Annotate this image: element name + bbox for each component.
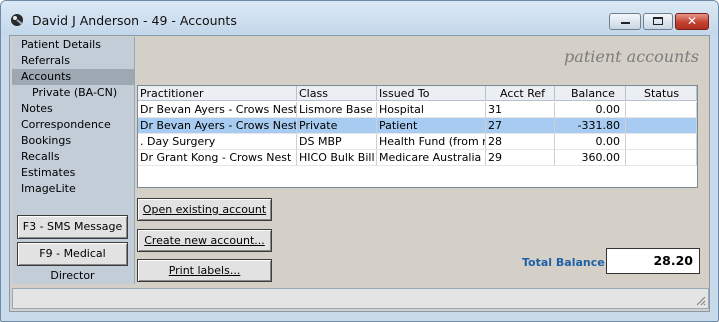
sidebar-item-referrals[interactable]: Referrals bbox=[12, 53, 134, 69]
minimize-button[interactable] bbox=[609, 13, 641, 30]
table-row-selected[interactable]: Dr Bevan Ayers - Crows Nest Private Pati… bbox=[138, 118, 697, 134]
cell-practitioner: Dr Grant Kong - Crows Nest bbox=[138, 150, 297, 166]
cell-practitioner: . Day Surgery bbox=[138, 134, 297, 150]
sidebar-item-accounts[interactable]: Accounts bbox=[12, 69, 134, 85]
column-header-issued-to[interactable]: Issued To bbox=[377, 86, 486, 101]
cell-acct-ref: 27 bbox=[486, 118, 555, 134]
sidebar-item-patient-details[interactable]: Patient Details bbox=[12, 37, 134, 53]
cell-class: DS MBP bbox=[297, 134, 377, 150]
sidebar-item-imagelite[interactable]: ImageLite bbox=[12, 181, 134, 197]
print-labels-label: Print labels... bbox=[168, 264, 241, 277]
window-title: David J Anderson - 49 - Accounts bbox=[32, 13, 237, 28]
sidebar-item-bookings[interactable]: Bookings bbox=[12, 133, 134, 149]
app-icon bbox=[11, 14, 23, 26]
sidebar-item-private-ba-cn[interactable]: Private (BA-CN) bbox=[12, 85, 134, 101]
status-bar bbox=[12, 288, 709, 309]
resize-grip-icon[interactable] bbox=[694, 294, 706, 306]
sidebar-item-correspondence[interactable]: Correspondence bbox=[12, 117, 134, 133]
close-button[interactable]: ✕ bbox=[675, 13, 709, 30]
sidebar-item-estimates[interactable]: Estimates bbox=[12, 165, 134, 181]
cell-class: Private bbox=[297, 118, 377, 134]
page-title: patient accounts bbox=[564, 47, 699, 66]
title-bar[interactable]: David J Anderson - 49 - Accounts ✕ bbox=[1, 1, 718, 35]
maximize-button[interactable] bbox=[643, 13, 673, 30]
table-header: Practitioner Class Issued To Acct Ref Ba… bbox=[138, 86, 697, 102]
client-area: Patient Details Referrals Accounts Priva… bbox=[9, 35, 710, 312]
column-header-balance[interactable]: Balance bbox=[555, 86, 626, 101]
sidebar-item-notes[interactable]: Notes bbox=[12, 101, 134, 117]
cell-acct-ref: 31 bbox=[486, 102, 555, 118]
cell-issued-to: Hospital bbox=[377, 102, 486, 118]
cell-balance: -331.80 bbox=[555, 118, 626, 134]
cell-class: HICO Bulk Bill bbox=[297, 150, 377, 166]
create-new-account-button[interactable]: Create new account... bbox=[137, 229, 272, 252]
maximize-icon bbox=[653, 17, 663, 25]
accounts-table: Practitioner Class Issued To Acct Ref Ba… bbox=[137, 85, 698, 188]
cell-acct-ref: 29 bbox=[486, 150, 555, 166]
cell-status bbox=[626, 134, 697, 150]
table-row[interactable]: Dr Grant Kong - Crows Nest HICO Bulk Bil… bbox=[138, 150, 697, 166]
cell-balance: 0.00 bbox=[555, 134, 626, 150]
total-balance-value: 28.20 bbox=[606, 248, 700, 274]
cell-class: Lismore Base bbox=[297, 102, 377, 118]
sms-message-button[interactable]: F3 - SMS Message bbox=[17, 215, 128, 239]
close-icon: ✕ bbox=[686, 14, 698, 28]
open-existing-account-label: Open existing account bbox=[142, 203, 267, 216]
cell-practitioner: Dr Bevan Ayers - Crows Nest bbox=[138, 118, 297, 134]
cell-issued-to: Patient bbox=[377, 118, 486, 134]
accounts-window: David J Anderson - 49 - Accounts ✕ Patie… bbox=[0, 0, 719, 322]
cell-balance: 360.00 bbox=[555, 150, 626, 166]
print-labels-button[interactable]: Print labels... bbox=[137, 259, 272, 282]
table-row[interactable]: Dr Bevan Ayers - Crows Nest Lismore Base… bbox=[138, 102, 697, 118]
cell-status bbox=[626, 102, 697, 118]
column-header-status[interactable]: Status bbox=[626, 86, 697, 101]
table-row[interactable]: . Day Surgery DS MBP Health Fund (from m… bbox=[138, 134, 697, 150]
sidebar: Patient Details Referrals Accounts Priva… bbox=[12, 37, 135, 284]
medical-director-button[interactable]: F9 - Medical Director bbox=[17, 242, 128, 282]
open-existing-account-button[interactable]: Open existing account bbox=[137, 198, 272, 221]
column-header-practitioner[interactable]: Practitioner bbox=[138, 86, 297, 101]
cell-balance: 0.00 bbox=[555, 102, 626, 118]
total-balance-label: Total Balance bbox=[522, 256, 605, 269]
create-new-account-label: Create new account... bbox=[144, 234, 265, 247]
cell-status bbox=[626, 118, 697, 134]
cell-issued-to: Health Fund (from mem bbox=[377, 134, 486, 150]
cell-practitioner: Dr Bevan Ayers - Crows Nest bbox=[138, 102, 297, 118]
cell-acct-ref: 28 bbox=[486, 134, 555, 150]
column-header-acct-ref[interactable]: Acct Ref bbox=[486, 86, 555, 101]
cell-status bbox=[626, 150, 697, 166]
main-panel: patient accounts Practitioner Class Issu… bbox=[135, 37, 709, 284]
cell-issued-to: Medicare Australia Direc bbox=[377, 150, 486, 166]
column-header-class[interactable]: Class bbox=[297, 86, 377, 101]
sidebar-item-recalls[interactable]: Recalls bbox=[12, 149, 134, 165]
minimize-icon bbox=[621, 22, 630, 24]
